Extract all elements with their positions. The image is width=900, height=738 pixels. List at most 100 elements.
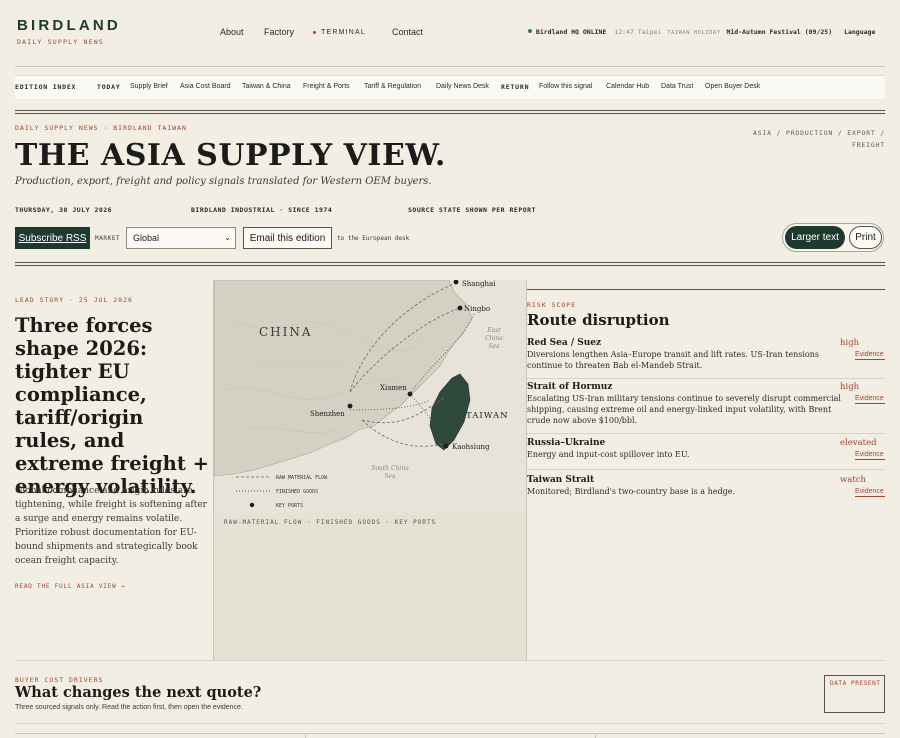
- read-full-view-link[interactable]: READ THE FULL ASIA VIEW →: [15, 583, 125, 590]
- label-south-china-sea-1: South China: [371, 465, 409, 472]
- risk-name: Strait of Hormuz: [527, 382, 613, 392]
- edition-link-follow-signal[interactable]: Follow this signal: [539, 83, 592, 90]
- drivers-kicker: BUYER COST DRIVERS: [15, 676, 104, 684]
- edition-link-tariff-regulation[interactable]: Tariff & Regulation: [364, 83, 421, 90]
- map-caption: RAW-MATERIAL FLOW · FINISHED GOODS · KEY…: [224, 519, 437, 526]
- legend-finished-goods: FINISHED GOODS: [276, 489, 318, 495]
- edition-today-label: TODAY: [97, 83, 121, 91]
- lead-kicker: LEAD STORY · 25 JUL 2026: [15, 296, 133, 304]
- port-kaohsiung: [443, 443, 449, 449]
- risk-name: Red Sea / Suez: [527, 338, 602, 348]
- port-shenzhen: [347, 403, 353, 409]
- email-edition-button[interactable]: Email this edition: [243, 227, 332, 249]
- edition-date: THURSDAY, 30 JULY 2026: [15, 206, 113, 214]
- risk-row-hormuz: Strait of Hormuz Escalating US-Iran mili…: [527, 382, 885, 432]
- supply-map: CHINA TAIWAN Shanghai Ningbo Xiamen Shen…: [213, 280, 527, 660]
- print-button[interactable]: Print: [849, 226, 882, 249]
- edition-return-label: RETURN: [501, 83, 530, 91]
- edition-index-label: EDITION INDEX: [15, 83, 77, 91]
- map-svg: CHINA TAIWAN Shanghai Ningbo Xiamen Shen…: [214, 280, 526, 514]
- brand-subtitle: DAILY SUPPLY NEWS: [17, 38, 104, 46]
- driver-cards-strip: [15, 733, 885, 738]
- risk-desc: Escalating US-Iran military tensions con…: [527, 394, 841, 425]
- label-kaohsiung: Kaohsiung: [452, 443, 490, 451]
- label-china: CHINA: [259, 325, 313, 339]
- risk-divider: [527, 433, 885, 434]
- page-subtitle: Production, export, freight and policy s…: [15, 176, 432, 187]
- holiday-tag: TAIWAN HOLIDAY: [667, 30, 721, 36]
- label-shenzhen: Shenzhen: [310, 410, 345, 418]
- language-menu[interactable]: Language: [844, 28, 875, 36]
- status-bar: Birdland HQ ONLINE 12:47 Taipei TAIWAN H…: [528, 28, 875, 36]
- market-select-value: Global: [133, 233, 160, 243]
- label-east-china-sea-1: East: [486, 327, 501, 334]
- holiday-name: Mid-Autumn Festival (09/25): [726, 28, 833, 36]
- card-divider: [305, 733, 306, 738]
- risk-desc: Energy and input-cost spillover into EU.: [527, 450, 690, 459]
- edition-link-daily-news-desk[interactable]: Daily News Desk: [436, 83, 489, 90]
- edition-link-data-trust[interactable]: Data Trust: [661, 83, 693, 90]
- risk-row-red-sea: Red Sea / Suez Diversions lengthen Asia–…: [527, 338, 885, 376]
- hq-status: Birdland HQ ONLINE: [535, 28, 607, 36]
- company-line: BIRDLAND INDUSTRIAL · SINCE 1974: [191, 206, 333, 214]
- label-east-china-sea-3: Sea: [488, 343, 500, 350]
- edition-link-freight-ports[interactable]: Freight & Ports: [303, 83, 350, 90]
- risk-title: Route disruption: [527, 311, 670, 329]
- risk-desc: Diversions lengthen Asia–Europe transit …: [527, 350, 819, 370]
- risk-kicker: RISK SCOPE: [527, 301, 577, 309]
- legend-key-ports: KEY PORTS: [276, 503, 303, 509]
- double-rule-2: [15, 262, 885, 266]
- edition-link-supply-brief[interactable]: Supply Brief: [130, 83, 168, 90]
- risk-divider: [527, 378, 885, 379]
- port-xiamen: [407, 391, 413, 397]
- drivers-subtitle: Three sourced signals only. Read the act…: [15, 704, 243, 711]
- market-label: MARKET: [95, 235, 121, 242]
- email-note: to the European desk: [337, 235, 410, 242]
- market-select[interactable]: Global ⌄: [126, 227, 236, 249]
- section-rule-2: [15, 723, 885, 724]
- lead-headline[interactable]: Three forces shape 2026: tighter EU comp…: [15, 314, 210, 498]
- larger-text-button[interactable]: Larger text: [785, 226, 845, 249]
- edition-link-taiwan-china[interactable]: Taiwan & China: [242, 83, 291, 90]
- label-south-china-sea-2: Sea: [384, 473, 396, 480]
- double-rule: [15, 110, 885, 114]
- lead-body: Global compliance and origin rules are t…: [15, 486, 207, 566]
- evidence-link[interactable]: Evidence: [855, 488, 885, 497]
- edition-link-open-buyer-desk[interactable]: Open Buyer Desk: [705, 83, 760, 90]
- label-east-china-sea-2: China: [485, 335, 503, 342]
- source-state: SOURCE STATE SHOWN PER REPORT: [408, 206, 536, 214]
- risk-top-rule: [527, 289, 885, 290]
- nav-factory[interactable]: Factory: [264, 27, 294, 37]
- evidence-link[interactable]: Evidence: [855, 451, 885, 460]
- edition-link-asia-cost-board[interactable]: Asia Cost Board: [180, 83, 231, 90]
- masthead-sections-line1: ASIA / PRODUCTION / EXPORT /: [753, 129, 885, 137]
- risk-level: elevated: [840, 438, 877, 448]
- edition-link-calendar-hub[interactable]: Calendar Hub: [606, 83, 649, 90]
- evidence-link[interactable]: Evidence: [855, 395, 885, 404]
- drivers-title: What changes the next quote?: [15, 684, 262, 701]
- label-ningbo: Ningbo: [464, 305, 490, 313]
- subscribe-rss-button[interactable]: Subscribe RSS: [15, 227, 90, 249]
- nav-contact[interactable]: Contact: [392, 27, 423, 37]
- page-title: THE ASIA SUPPLY VIEW.: [15, 138, 446, 173]
- risk-level: watch: [840, 475, 866, 485]
- risk-level: high: [840, 382, 860, 392]
- risk-desc: Monitored; Birdland's two-country base i…: [527, 487, 735, 496]
- terminal-live-dot: [313, 31, 316, 34]
- risk-name: Taiwan Strait: [527, 475, 595, 485]
- risk-row-taiwan-strait: Taiwan Strait Monitored; Birdland's two-…: [527, 475, 885, 503]
- section-rule: [15, 660, 885, 661]
- legend-raw-material: RAW MATERIAL FLOW: [276, 475, 328, 481]
- evidence-link[interactable]: Evidence: [855, 351, 885, 360]
- label-xiamen: Xiamen: [380, 384, 407, 392]
- nav-about[interactable]: About: [220, 27, 244, 37]
- nav-terminal[interactable]: TERMINAL: [321, 29, 366, 36]
- risk-name: Russia–Ukraine: [527, 438, 606, 448]
- top-rule: [15, 66, 885, 67]
- brand-logo[interactable]: BIRDLAND: [17, 17, 121, 34]
- risk-level: high: [840, 338, 860, 348]
- masthead-kicker: DAILY SUPPLY NEWS · BIRDLAND TAIWAN: [15, 124, 187, 132]
- local-time: 12:47 Taipei: [614, 28, 662, 36]
- chevron-down-icon: ⌄: [224, 233, 231, 242]
- online-dot-icon: [528, 29, 532, 33]
